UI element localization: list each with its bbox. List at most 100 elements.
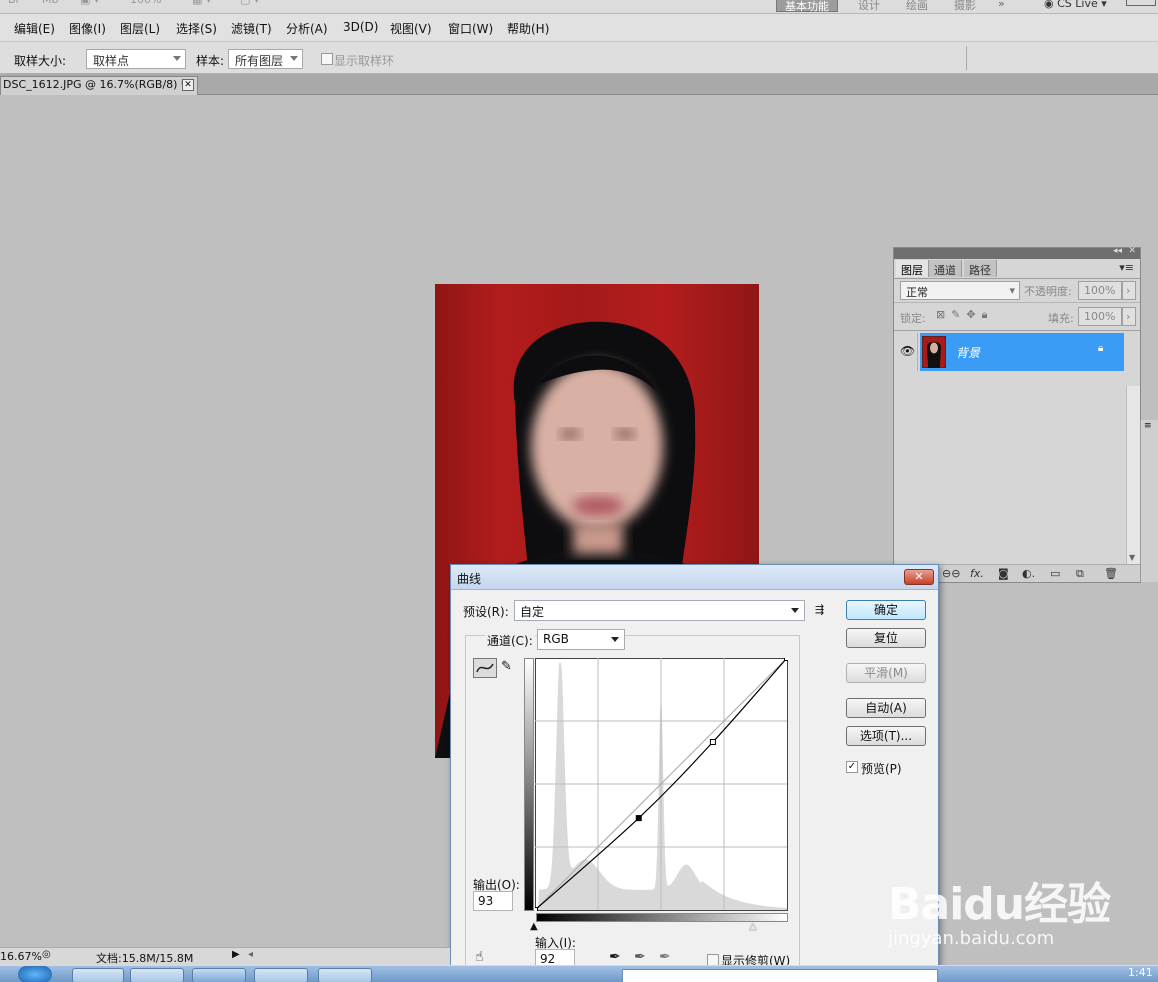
menu-analysis[interactable]: 分析(A) — [286, 20, 328, 37]
collapse-panel-icon[interactable]: ◂◂ — [1113, 246, 1122, 256]
output-input[interactable]: 93 — [473, 891, 513, 911]
taskbar-folder[interactable] — [318, 968, 372, 982]
collapsed-panel-dock[interactable]: ≡ — [1140, 420, 1158, 582]
view-extras-icon[interactable]: ▣ ▾ — [80, 0, 99, 11]
menu-filter[interactable]: 滤镜(T) — [231, 20, 272, 37]
menu-select[interactable]: 选择(S) — [176, 20, 217, 37]
preset-select[interactable]: 自定 — [514, 600, 805, 621]
sample-select[interactable]: 所有图层 — [228, 49, 303, 69]
add-mask-icon[interactable]: ◙ — [998, 567, 1009, 580]
preset-options-icon[interactable]: ⇶ — [815, 603, 824, 616]
black-eyedropper-icon[interactable]: ✒︎ — [609, 949, 621, 965]
menu-view[interactable]: 视图(V) — [390, 20, 432, 37]
workspace-photography-button[interactable]: 摄影 — [946, 0, 984, 12]
chevron-down-icon — [791, 608, 799, 613]
start-button[interactable] — [18, 966, 52, 982]
white-point-slider[interactable]: △ — [749, 921, 757, 932]
white-eyedropper-icon[interactable]: ✒︎ — [659, 949, 671, 965]
channel-label: 通道(C): — [485, 632, 535, 649]
document-tab[interactable]: DSC_1612.JPG @ 16.7%(RGB/8) * ✕ — [0, 76, 198, 95]
tab-channels[interactable]: 通道 — [929, 260, 962, 277]
target-adjustment-tool-icon[interactable]: ☝︎ — [475, 949, 484, 965]
application-bar: Br Mb ▣ ▾ 100% ▦ ▾ ▢ ▾ 基本功能 设计 绘画 摄影 » ◉… — [0, 0, 1158, 14]
menu-image[interactable]: 图像(I) — [69, 20, 106, 37]
link-layers-icon[interactable]: ⊖⊖ — [942, 567, 960, 580]
lock-options-icons[interactable]: ⊠✎✥🔒︎ — [936, 308, 994, 322]
show-ring-checkbox[interactable] — [321, 53, 333, 65]
reset-button[interactable]: 复位 — [846, 628, 926, 648]
menu-help[interactable]: 帮助(H) — [507, 20, 549, 37]
fill-label: 填充: — [1048, 312, 1074, 325]
chevron-down-icon — [611, 637, 619, 642]
lock-icon: 🔒︎ — [1098, 343, 1104, 354]
status-menu-icon[interactable]: ▶ — [232, 949, 240, 960]
taskbar-chat[interactable] — [254, 968, 308, 982]
layer-name[interactable]: 背景 — [956, 344, 980, 361]
layers-panel: ◂◂ ✕ 图层 通道 路径 ▾≡ 正常 ▾ 不透明度: 100% › 锁定: ⊠… — [893, 246, 1141, 583]
status-settings-icon[interactable]: ◎ — [42, 949, 51, 960]
chevron-right-icon[interactable]: › — [1122, 307, 1136, 326]
curve-graph[interactable] — [535, 658, 788, 911]
new-group-icon[interactable]: ▭ — [1050, 567, 1060, 580]
menu-edit[interactable]: 编辑(E) — [14, 20, 55, 37]
menu-3d[interactable]: 3D(D) — [343, 20, 378, 34]
mini-bridge-button[interactable]: Mb — [42, 0, 58, 11]
dialog-titlebar[interactable]: 曲线 ✕ — [451, 565, 938, 590]
layers-scrollbar[interactable]: ▼ — [1126, 386, 1140, 564]
panel-titlebar[interactable]: ◂◂ ✕ — [894, 246, 1140, 259]
tab-layers[interactable]: 图层 — [896, 260, 929, 277]
workspace-design-button[interactable]: 设计 — [850, 0, 888, 12]
gray-eyedropper-icon[interactable]: ✒︎ — [634, 949, 646, 965]
close-icon[interactable]: ✕ — [182, 79, 194, 91]
close-icon[interactable]: ✕ — [1128, 246, 1136, 256]
expand-panels-icon[interactable]: ≡ — [1144, 421, 1152, 431]
menu-layer[interactable]: 图层(L) — [120, 20, 160, 37]
tab-paths[interactable]: 路径 — [964, 260, 997, 277]
channel-select[interactable]: RGB — [537, 629, 625, 650]
workspace-painting-button[interactable]: 绘画 — [898, 0, 936, 12]
layer-row-background[interactable]: 背景 🔒︎ — [920, 333, 1124, 371]
edit-points-tool[interactable] — [473, 658, 497, 678]
opacity-input[interactable]: 100% — [1078, 281, 1122, 300]
chevron-down-icon — [290, 56, 298, 61]
curve-point — [709, 739, 716, 745]
bridge-button[interactable]: Br — [8, 0, 20, 11]
menu-window[interactable]: 窗口(W) — [448, 20, 493, 37]
close-icon[interactable]: ✕ — [904, 569, 934, 585]
preview-checkbox[interactable]: ✓ — [846, 761, 858, 773]
zoom-field[interactable]: 16.67% — [0, 950, 42, 963]
preset-value: 自定 — [520, 605, 545, 619]
blend-mode-select[interactable]: 正常 ▾ — [900, 281, 1020, 300]
panel-menu-icon[interactable]: ▾≡ — [1119, 261, 1134, 274]
fill-input[interactable]: 100% — [1078, 307, 1122, 326]
curve-tool-icon — [476, 663, 494, 673]
black-point-slider[interactable]: ▲ — [530, 921, 538, 932]
zoom-level-readout[interactable]: 100% — [130, 0, 161, 11]
chevron-right-icon[interactable]: › — [1122, 281, 1136, 300]
options-bar: 取样大小: 取样点 样本: 所有图层 显示取样环 — [0, 42, 1158, 74]
divider — [894, 330, 1140, 331]
ok-button[interactable]: 确定 — [846, 600, 926, 620]
screen-mode-icon[interactable]: ▢ ▾ — [240, 0, 259, 11]
layer-visibility-toggle[interactable]: 👁︎ — [896, 333, 918, 371]
taskbar-explorer[interactable] — [72, 968, 124, 982]
taskbar-search-box[interactable] — [622, 969, 938, 982]
scroll-down-icon[interactable]: ▼ — [1129, 553, 1135, 562]
smooth-button[interactable]: 平滑(M) — [846, 663, 926, 683]
cs-live-button[interactable]: ◉ CS Live ▾ — [1036, 0, 1115, 12]
workspace-essentials-button[interactable]: 基本功能 — [776, 0, 838, 13]
adjustment-layer-icon[interactable]: ◐. — [1022, 567, 1035, 580]
more-workspaces-icon[interactable]: » — [990, 0, 1013, 12]
trash-icon[interactable]: 🗑︎ — [1104, 567, 1118, 580]
taskbar-browser[interactable] — [130, 968, 184, 982]
window-minimize-icon[interactable] — [1126, 0, 1156, 6]
sample-size-select[interactable]: 取样点 — [86, 49, 186, 69]
scroll-left-icon[interactable]: ◂ — [248, 949, 253, 960]
arrange-documents-icon[interactable]: ▦ ▾ — [192, 0, 211, 11]
layer-style-icon[interactable]: fx. — [970, 567, 984, 580]
new-layer-icon[interactable]: ⧉ — [1076, 567, 1084, 581]
auto-button[interactable]: 自动(A) — [846, 698, 926, 718]
taskbar-photoshop[interactable] — [192, 968, 246, 982]
options-button[interactable]: 选项(T)... — [846, 726, 926, 746]
pencil-tool-icon[interactable]: ✎ — [501, 659, 512, 674]
